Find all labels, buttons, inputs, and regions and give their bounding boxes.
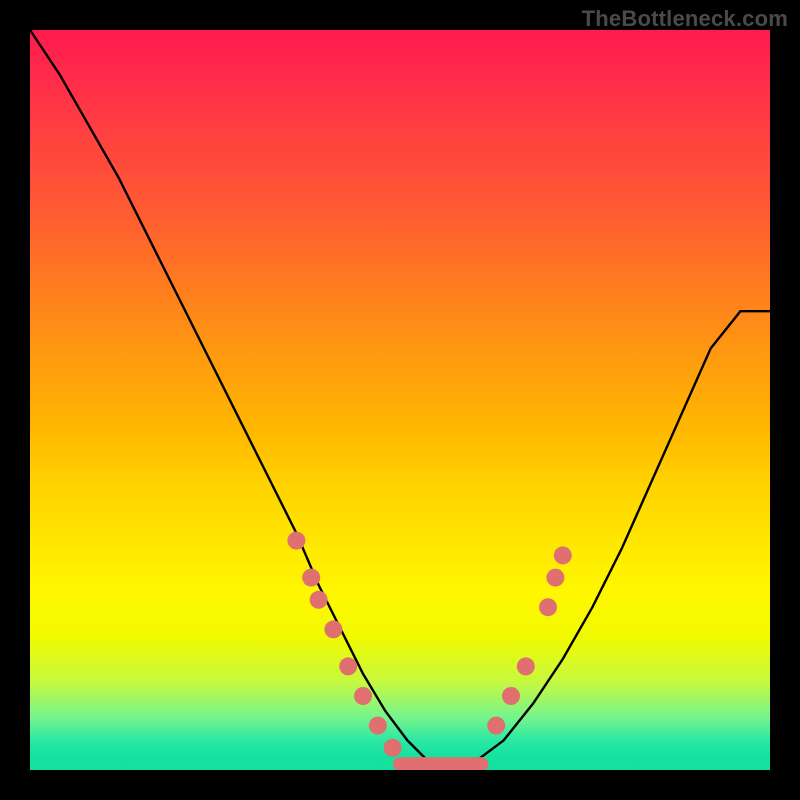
marker-group bbox=[287, 532, 571, 757]
curve-marker bbox=[354, 687, 372, 705]
watermark-text: TheBottleneck.com bbox=[582, 6, 788, 32]
curve-marker bbox=[324, 620, 342, 638]
chart-frame: TheBottleneck.com bbox=[0, 0, 800, 800]
curve-marker bbox=[487, 717, 505, 735]
curve-marker bbox=[554, 546, 572, 564]
chart-plot-area bbox=[30, 30, 770, 770]
curve-marker bbox=[287, 532, 305, 550]
bottleneck-curve bbox=[30, 30, 770, 770]
curve-marker bbox=[302, 569, 320, 587]
curve-marker bbox=[502, 687, 520, 705]
curve-marker bbox=[384, 739, 402, 757]
curve-marker bbox=[539, 598, 557, 616]
curve-marker bbox=[310, 591, 328, 609]
curve-marker bbox=[546, 569, 564, 587]
curve-marker bbox=[369, 717, 387, 735]
curve-marker bbox=[517, 657, 535, 675]
curve-marker bbox=[339, 657, 357, 675]
chart-svg bbox=[30, 30, 770, 770]
